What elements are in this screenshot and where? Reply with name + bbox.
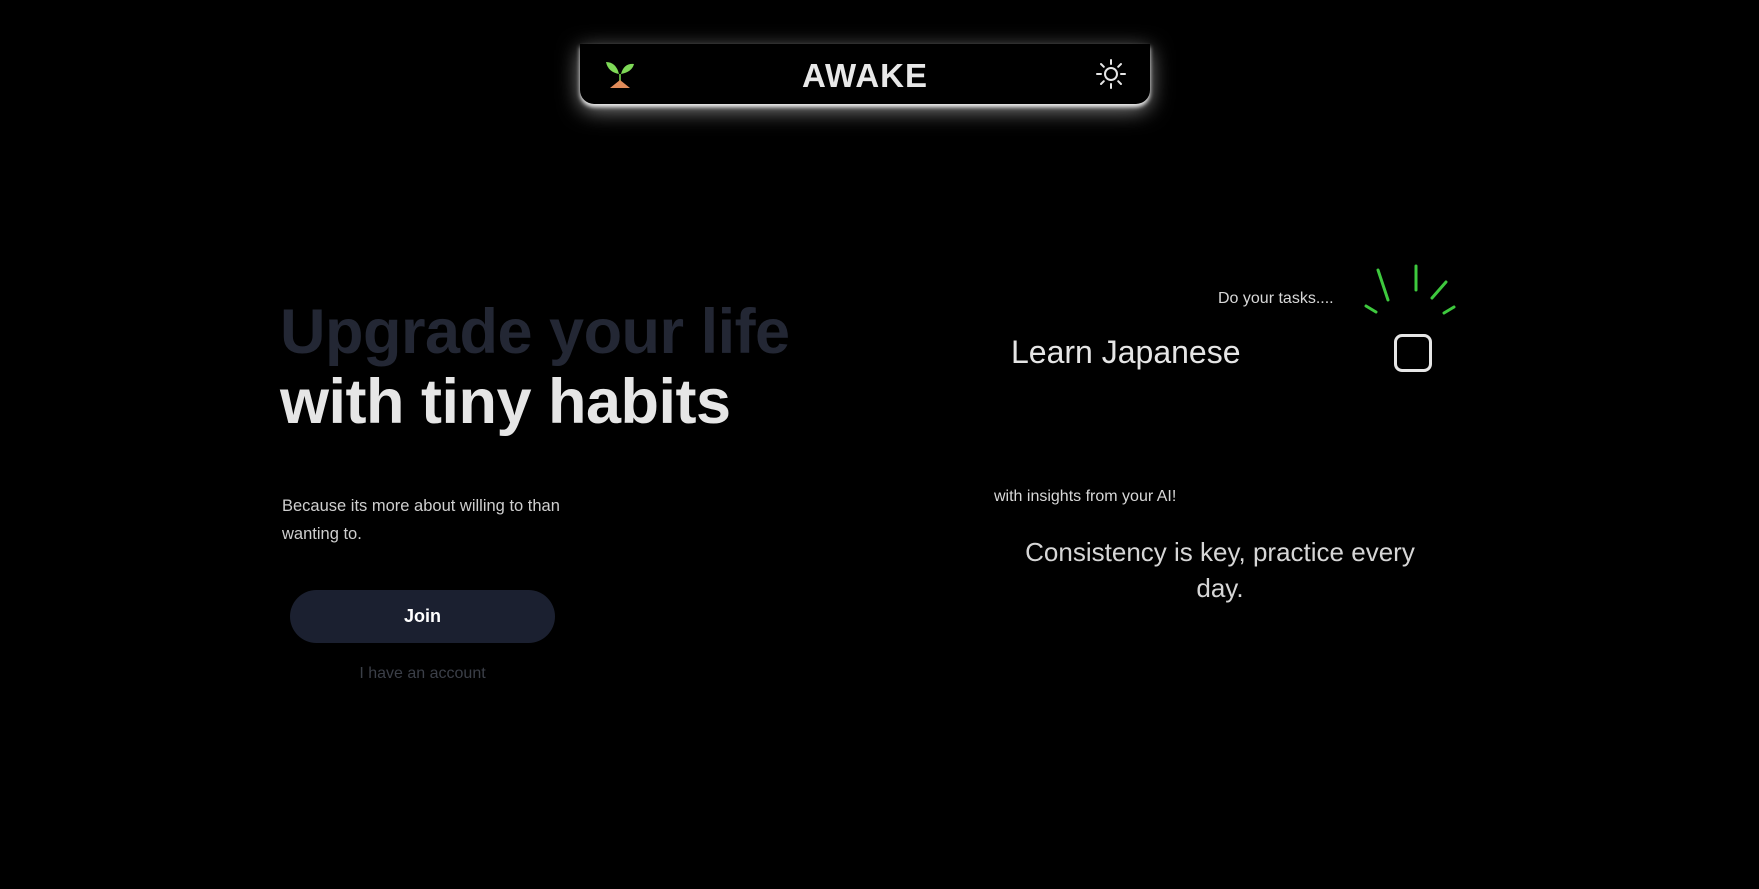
brand-title: AWAKE	[801, 57, 928, 94]
have-account-link[interactable]: I have an account	[290, 665, 555, 683]
ai-insight-text: Consistency is key, practice every day.	[1025, 537, 1415, 603]
seedling-icon[interactable]	[600, 54, 640, 94]
join-button[interactable]: Join	[290, 590, 555, 643]
task-label: Learn Japanese	[1011, 334, 1241, 370]
tasks-caption: Do your tasks....	[1218, 290, 1334, 307]
landing-page: AWAKE Upgrade your life with tiny habits…	[0, 0, 1759, 889]
sparkle-icon	[1360, 262, 1460, 322]
hero-title-line1: Upgrade your life	[280, 297, 790, 367]
top-header: AWAKE	[580, 44, 1150, 104]
ai-caption: with insights from your AI!	[994, 488, 1177, 505]
hero-title-line2: with tiny habits	[280, 367, 731, 437]
sun-icon[interactable]	[1094, 57, 1128, 91]
task-checkbox[interactable]	[1394, 334, 1432, 372]
hero-subtitle: Because its more about willing to than w…	[282, 497, 560, 543]
